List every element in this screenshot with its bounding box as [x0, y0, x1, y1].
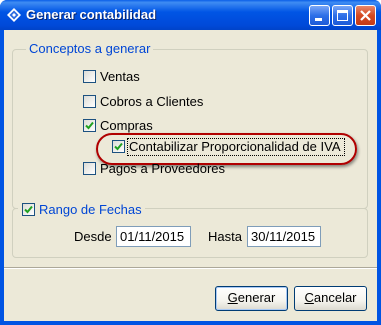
generar-button[interactable]: Generar: [215, 286, 288, 311]
proporcionalidad-iva-label[interactable]: Contabilizar Proporcionalidad de IVA: [129, 139, 341, 154]
close-button[interactable]: [355, 5, 376, 26]
minimize-button[interactable]: [309, 5, 330, 26]
cancelar-mnemonic: C: [304, 290, 314, 305]
cancelar-button[interactable]: Cancelar: [294, 286, 367, 311]
rango-fechas-legend[interactable]: Rango de Fechas: [39, 202, 142, 217]
hasta-label: Hasta: [208, 229, 242, 244]
desde-label: Desde: [74, 229, 112, 244]
maximize-icon: [337, 10, 348, 21]
pagos-proveedores-label[interactable]: Pagos a Proveedores: [100, 161, 225, 176]
rango-fechas-checkbox[interactable]: [22, 203, 35, 216]
minimize-icon: [315, 18, 322, 21]
cobros-clientes-label[interactable]: Cobros a Clientes: [100, 94, 203, 109]
title-bar[interactable]: Generar contabilidad: [0, 0, 381, 30]
checkmark-icon: [114, 142, 123, 151]
desde-date-input[interactable]: 01/11/2015: [116, 226, 191, 247]
checkmark-icon: [85, 121, 94, 130]
maximize-button[interactable]: [332, 5, 353, 26]
ventas-checkbox[interactable]: [83, 70, 96, 83]
close-icon: [360, 10, 371, 21]
cobros-clientes-checkbox[interactable]: [83, 95, 96, 108]
cancelar-label: ancelar: [313, 290, 357, 305]
dialog-client-area: Conceptos a generar Ventas Cobros a Clie…: [4, 30, 377, 321]
ventas-label[interactable]: Ventas: [100, 69, 140, 84]
proporcionalidad-iva-checkbox[interactable]: [112, 140, 125, 153]
compras-checkbox[interactable]: [83, 119, 96, 132]
generar-label: enerar: [237, 290, 276, 305]
app-logo-icon: [7, 8, 21, 22]
pagos-proveedores-checkbox[interactable]: [83, 162, 96, 175]
button-separator: [4, 267, 377, 269]
checkmark-icon: [24, 205, 33, 214]
window-title: Generar contabilidad: [26, 7, 157, 22]
conceptos-group: [12, 49, 368, 209]
generar-mnemonic: G: [227, 290, 238, 305]
rango-fechas-legend-container: Rango de Fechas: [18, 201, 145, 217]
hasta-date-input[interactable]: 30/11/2015: [247, 226, 321, 247]
conceptos-legend: Conceptos a generar: [26, 41, 154, 56]
dialog-window: Generar contabilidad Conceptos a generar…: [0, 0, 381, 325]
compras-label[interactable]: Compras: [100, 118, 153, 133]
